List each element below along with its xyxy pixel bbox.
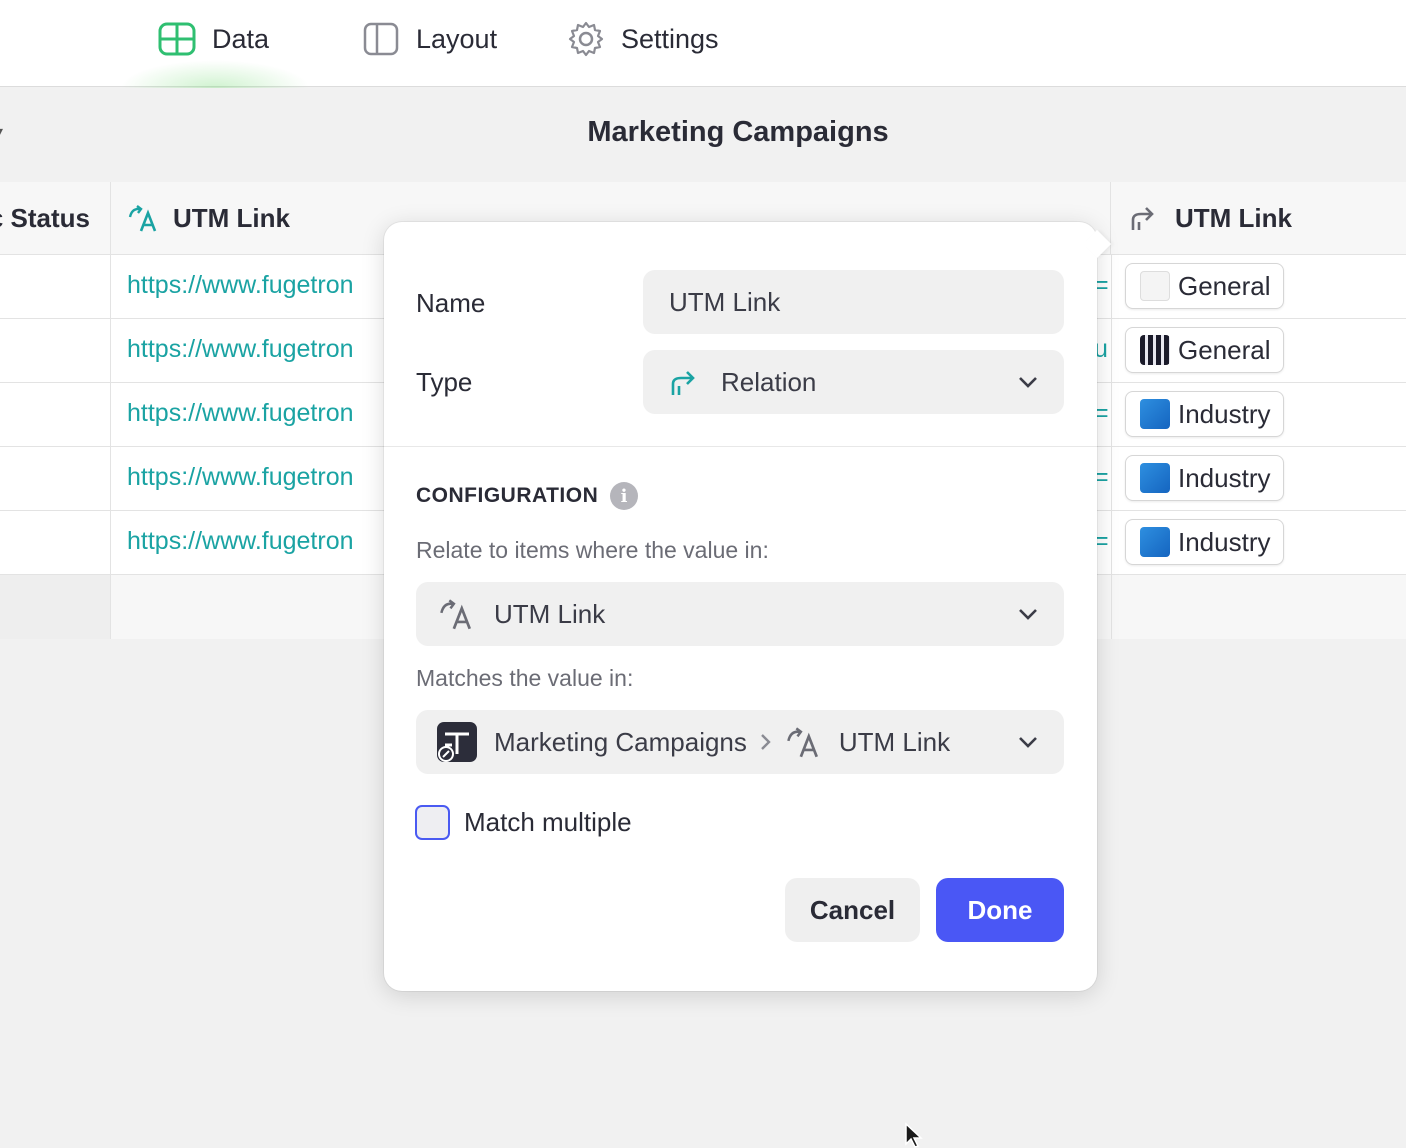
cell-divider	[1111, 383, 1112, 447]
tab-settings[interactable]: Settings	[567, 18, 719, 60]
chip-label: Industry	[1178, 526, 1271, 557]
cell-divider	[1111, 511, 1112, 575]
status-cell[interactable]	[0, 511, 111, 575]
match-field-name: UTM Link	[838, 726, 951, 757]
text-field-icon	[785, 725, 819, 759]
chip-thumbnail	[1140, 463, 1170, 493]
active-tab-indicator	[120, 60, 310, 88]
chip-label: Industry	[1178, 398, 1271, 429]
cell-divider	[1111, 255, 1112, 319]
column-header-utm-label: UTM Link	[173, 202, 290, 233]
page-title: Marketing Campaigns	[587, 116, 889, 148]
relation-chip[interactable]: Industry	[1125, 519, 1284, 565]
status-cell[interactable]	[0, 447, 111, 511]
chip-thumbnail	[1140, 271, 1170, 301]
configuration-title: CONFIGURATION	[416, 484, 599, 507]
chip-thumbnail	[1140, 335, 1170, 365]
tab-data-label: Data	[212, 23, 270, 54]
table-app-icon	[436, 721, 478, 763]
utm-link-cell[interactable]: https://www.fugetron	[127, 271, 354, 300]
match-multiple-label[interactable]: Match multiple	[464, 807, 632, 838]
tab-settings-label: Settings	[621, 23, 719, 54]
column-header-relation[interactable]: UTM Link	[1111, 182, 1406, 255]
utm-link-cell[interactable]: https://www.fugetron	[127, 399, 354, 428]
column-header-status-label: Status	[10, 202, 90, 233]
info-icon[interactable]: i	[610, 482, 639, 510]
table-icon	[158, 20, 196, 58]
layout-icon	[362, 20, 400, 58]
cell-divider	[1111, 447, 1112, 511]
utm-link-cell[interactable]: https://www.fugetron	[127, 463, 354, 492]
cell-divider	[1111, 319, 1112, 383]
utm-link-cell[interactable]: https://www.fugetron	[127, 335, 354, 364]
column-header-relation-label: UTM Link	[1175, 202, 1292, 233]
relate-field-value: UTM Link	[494, 598, 606, 629]
status-cell[interactable]	[0, 383, 111, 447]
type-select-value: Relation	[721, 366, 817, 397]
footer-divider	[1111, 575, 1112, 639]
chevron-down-icon	[1019, 377, 1037, 388]
chip-thumbnail	[1140, 399, 1170, 429]
tab-data[interactable]: Data	[158, 18, 269, 60]
relation-chip[interactable]: Industry	[1125, 391, 1284, 437]
chip-label: General	[1178, 334, 1271, 365]
name-label: Name	[416, 288, 486, 318]
match-multiple-checkbox[interactable]	[415, 805, 450, 840]
footer-cell	[0, 575, 111, 639]
cancel-button[interactable]: Cancel	[785, 878, 920, 942]
text-field-icon	[127, 203, 157, 233]
mouse-cursor-icon	[905, 1122, 923, 1148]
chip-label: Industry	[1178, 462, 1271, 493]
type-label: Type	[416, 367, 473, 397]
edit-field-dialog: Name UTM Link Type Relation CONFIGURATIO…	[384, 222, 1112, 991]
utm-link-cell[interactable]: https://www.fugetron	[127, 527, 354, 556]
relate-hint: Relate to items where the value in:	[416, 537, 769, 563]
match-field-select[interactable]: Marketing Campaigns UTM Link	[416, 710, 1064, 774]
chevron-down-icon	[1019, 609, 1037, 620]
relation-icon	[1129, 203, 1159, 233]
top-tab-bar: Data Layout Settings	[0, 0, 1406, 88]
name-input[interactable]: UTM Link	[643, 270, 1064, 334]
status-cell[interactable]	[0, 319, 111, 383]
tab-layout-label: Layout	[416, 23, 498, 54]
configuration-heading: CONFIGURATION i	[416, 482, 639, 510]
chevron-down-icon	[1019, 737, 1037, 748]
chip-label: General	[1178, 270, 1271, 301]
type-select[interactable]: Relation	[643, 350, 1064, 414]
done-button[interactable]: Done	[936, 878, 1064, 942]
relation-chip[interactable]: Industry	[1125, 455, 1284, 501]
relation-icon	[669, 367, 699, 397]
chevron-right-icon	[759, 731, 773, 753]
status-cell[interactable]	[0, 255, 111, 319]
relation-chip[interactable]: General	[1125, 263, 1284, 309]
column-header-status[interactable]: ɛ Status	[0, 182, 111, 255]
relate-field-select[interactable]: UTM Link	[416, 582, 1064, 646]
divider	[384, 446, 1097, 447]
relation-chip[interactable]: General	[1125, 327, 1284, 373]
tab-layout[interactable]: Layout	[362, 18, 497, 60]
chip-thumbnail	[1140, 527, 1170, 557]
match-table-name: Marketing Campaigns	[494, 726, 747, 757]
gear-icon	[567, 20, 605, 58]
name-input-value: UTM Link	[669, 286, 781, 317]
matches-hint: Matches the value in:	[416, 665, 634, 691]
text-field-icon	[438, 597, 472, 631]
